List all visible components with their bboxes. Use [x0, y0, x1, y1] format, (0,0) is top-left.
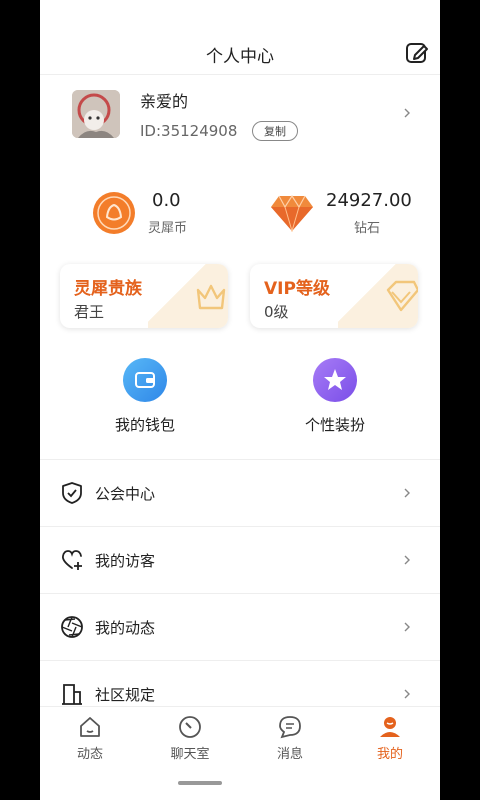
noble-title: 灵犀贵族: [74, 279, 142, 299]
menu-item-guild[interactable]: 公会中心: [40, 460, 440, 526]
profile-row[interactable]: 亲爱的 ID:35124908 复制: [40, 84, 440, 148]
assets-row: 0.0 灵犀币 24927.00 钻石: [40, 188, 440, 238]
tab-chatroom[interactable]: 聊天室: [140, 707, 240, 767]
chevron-right-icon: [404, 488, 410, 498]
wallet-shortcut[interactable]: 我的钱包: [80, 358, 210, 438]
style-label: 个性装扮: [304, 416, 365, 434]
header-divider: [40, 74, 440, 75]
home-indicator[interactable]: [178, 781, 222, 785]
diamond-value: 24927.00: [326, 190, 412, 211]
user-icon: [380, 717, 400, 737]
tab-dynamics[interactable]: 动态: [40, 707, 140, 767]
building-icon: [62, 684, 82, 705]
coin-label: 灵犀币: [148, 221, 188, 236]
diamond-label: 钻石: [354, 221, 381, 236]
menu-label: 社区规定: [95, 686, 156, 704]
menu-label: 我的动态: [95, 619, 156, 637]
vip-subtitle: 0级: [264, 303, 289, 321]
avatar[interactable]: [72, 90, 120, 138]
heart-plus-icon: [62, 550, 82, 570]
profile-screen: 个人中心 亲爱的 ID:35124908 复制 0.0 灵犀币 24927.00…: [40, 0, 440, 800]
coin-value: 0.0: [152, 190, 181, 211]
wallet-label: 我的钱包: [114, 416, 175, 434]
wallet-icon: [123, 358, 167, 402]
style-shortcut[interactable]: 个性装扮: [270, 358, 400, 438]
vip-title: VIP等级: [264, 279, 330, 299]
header: 个人中心: [40, 34, 440, 74]
diamond-icon: [271, 194, 313, 232]
nickname: 亲爱的: [140, 92, 189, 111]
tab-label: 聊天室: [170, 747, 210, 762]
coin-asset[interactable]: 0.0 灵犀币: [92, 188, 242, 238]
chevron-right-icon: [404, 555, 410, 565]
chat-icon: [279, 716, 301, 739]
chevron-right-icon: [404, 622, 410, 632]
compass-icon: [179, 716, 201, 738]
edit-icon: [406, 43, 428, 63]
vip-card[interactable]: VIP等级 0级: [250, 264, 418, 328]
menu-label: 我的访客: [95, 552, 156, 570]
star-icon: [313, 358, 357, 402]
tab-mine[interactable]: 我的: [340, 707, 440, 767]
tab-label: 消息: [276, 747, 303, 762]
menu-item-moments[interactable]: 我的动态: [40, 594, 440, 660]
aperture-icon: [61, 616, 83, 638]
tab-label: 动态: [76, 747, 103, 762]
avatar-image: [72, 90, 120, 138]
copy-id-button[interactable]: 复制: [252, 121, 298, 141]
bottom-tab-bar: 动态 聊天室 消息 我的: [40, 706, 440, 767]
shield-check-icon: [62, 482, 82, 504]
home-icon: [80, 717, 100, 737]
crown-icon: [196, 284, 226, 310]
vip-diamond-icon: [386, 280, 418, 312]
tab-label: 我的: [376, 747, 403, 762]
user-id: ID:35124908: [140, 122, 238, 140]
noble-subtitle: 君王: [74, 303, 105, 321]
tab-messages[interactable]: 消息: [240, 707, 340, 767]
menu-label: 公会中心: [95, 485, 156, 503]
menu-item-visitors[interactable]: 我的访客: [40, 527, 440, 593]
coin-icon: [93, 192, 135, 234]
diamond-asset[interactable]: 24927.00 钻石: [270, 188, 430, 238]
noble-card[interactable]: 灵犀贵族 君王: [60, 264, 228, 328]
chevron-right-icon: [404, 108, 410, 118]
page-title: 个人中心: [206, 47, 274, 67]
edit-button[interactable]: [404, 40, 430, 66]
chevron-right-icon: [404, 689, 410, 699]
